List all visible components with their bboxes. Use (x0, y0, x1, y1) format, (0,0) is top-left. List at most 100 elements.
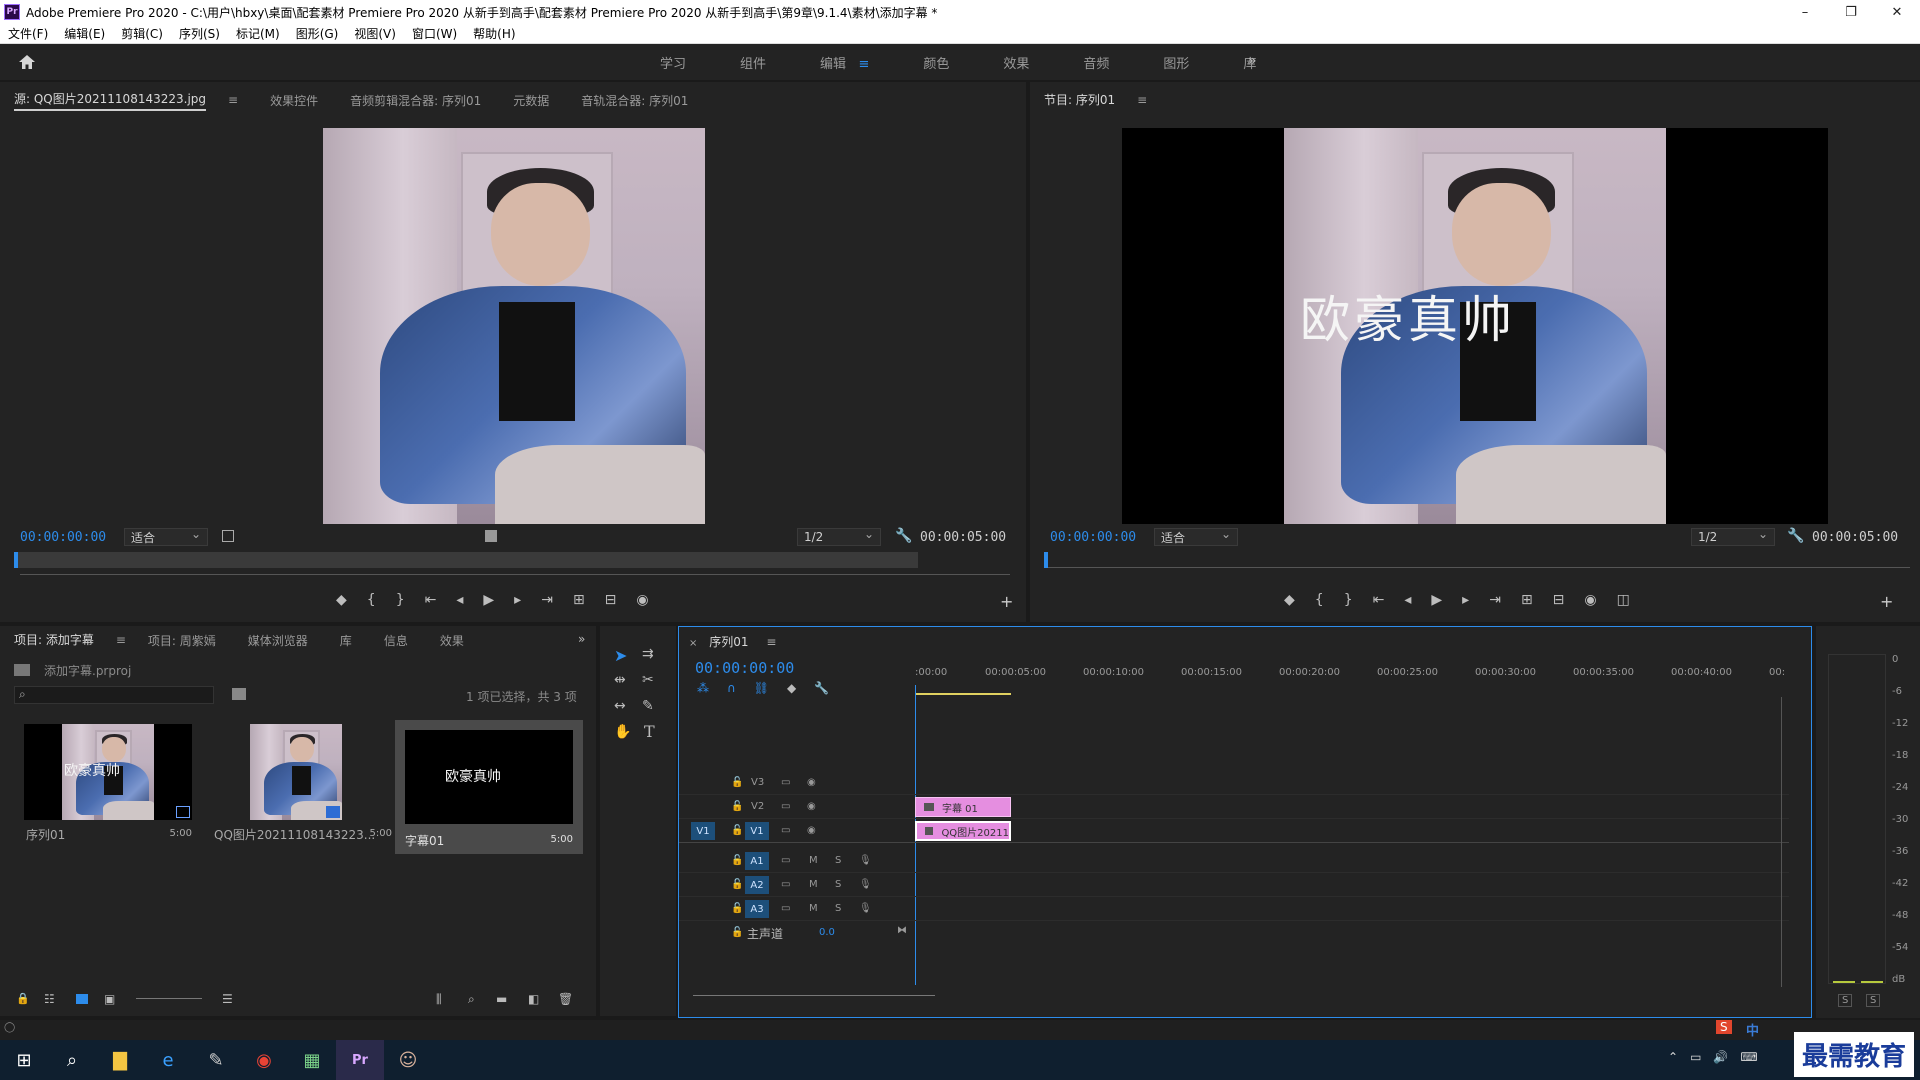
source-add-marker-icon[interactable]: ◆ (336, 592, 347, 608)
track-lock-icon[interactable]: 🔓 (731, 903, 743, 914)
workspace-assembly[interactable]: 组件 (740, 53, 766, 72)
source-play-icon[interactable]: ▶ (483, 592, 494, 608)
automate-icon[interactable]: ⫼ (436, 992, 442, 1007)
menu-help[interactable]: 帮助(H) (465, 25, 523, 42)
windows-start-icon[interactable]: ⊞ (0, 1040, 48, 1080)
program-timecode-current[interactable]: 00:00:00:00 (1050, 530, 1136, 545)
premiere-taskbar-icon[interactable]: Pr (336, 1040, 384, 1080)
find-icon[interactable]: ⌕ (468, 992, 475, 1007)
sync-lock-icon[interactable]: ▭ (781, 777, 790, 788)
close-tab-icon[interactable]: × (689, 638, 697, 649)
track-label[interactable]: V3 (751, 777, 764, 788)
lock-icon[interactable]: 🔒 (16, 992, 30, 1005)
paint-app-icon[interactable]: ✎ (192, 1040, 240, 1080)
menu-edit[interactable]: 编辑(E) (56, 25, 113, 42)
menu-markers[interactable]: 标记(M) (228, 25, 288, 42)
menu-graphics[interactable]: 图形(G) (288, 25, 347, 42)
source-overwrite-icon[interactable]: ⊟ (605, 592, 617, 608)
project-panel-more-icon[interactable]: » (578, 632, 585, 646)
pen-tool-icon[interactable]: ✎ (642, 698, 654, 714)
source-safe-margin-icon[interactable] (222, 530, 234, 542)
source-insert-icon[interactable]: ⊞ (573, 592, 585, 608)
program-mark-in-icon[interactable]: { (1315, 592, 1324, 608)
program-lift-icon[interactable]: ⊞ (1521, 592, 1533, 608)
voiceover-mic-icon[interactable]: 🎙 (859, 855, 872, 866)
mute-button[interactable]: M (809, 855, 818, 866)
sort-icon[interactable]: ☰ (222, 992, 233, 1006)
project-item-image[interactable]: QQ图片20211108143223... 5:00 (206, 720, 392, 850)
master-volume-value[interactable]: 0.0 (819, 927, 835, 938)
sync-lock-icon[interactable]: ▭ (781, 879, 790, 890)
workspace-editing[interactable]: 编辑 ≡ (820, 53, 869, 72)
solo-button[interactable]: S (835, 903, 841, 914)
timeline-settings-icon[interactable]: 🔧 (814, 681, 829, 695)
project-item-caption[interactable]: 欧豪真帅 字幕01 5:00 (395, 720, 583, 854)
source-fit-dropdown[interactable]: 适合 (124, 527, 208, 546)
sync-lock-icon[interactable]: ▭ (781, 801, 790, 812)
program-time-ruler[interactable] (1044, 552, 1910, 568)
source-patch-v1[interactable]: V1 (691, 822, 715, 840)
source-go-to-in-icon[interactable]: ⇤ (425, 592, 437, 608)
source-go-to-out-icon[interactable]: ⇥ (541, 592, 553, 608)
track-target-a2[interactable]: A2 (745, 876, 769, 894)
tab-program[interactable]: 节目: 序列01 (1044, 91, 1115, 110)
program-fit-dropdown[interactable]: 适合 (1154, 527, 1238, 546)
source-step-back-icon[interactable]: ◂ (456, 592, 463, 608)
track-lock-icon[interactable]: 🔓 (731, 879, 743, 890)
close-button[interactable]: ✕ (1874, 0, 1920, 24)
chrome-icon[interactable]: ◉ (240, 1040, 288, 1080)
volume-icon[interactable]: 🔊 (1713, 1050, 1728, 1064)
workspace-learn[interactable]: 学习 (660, 53, 686, 72)
time-ruler[interactable]: :00:00 00:00:05:00 00:00:10:00 00:00:15:… (915, 661, 1785, 701)
tab-project[interactable]: 项目: 添加字幕 (14, 631, 94, 650)
tab-info[interactable]: 信息 (384, 632, 408, 649)
program-export-frame-icon[interactable]: ◉ (1584, 592, 1596, 608)
tab-source[interactable]: 源: QQ图片20211108143223.jpg (14, 90, 207, 111)
nest-toggle-icon[interactable]: ⁂ (697, 681, 709, 695)
workspace-audio[interactable]: 音频 (1083, 53, 1109, 72)
tab-audio-clip-mixer[interactable]: 音频剪辑混合器: 序列01 (350, 92, 481, 109)
program-resolution-dropdown[interactable]: 1/2 (1691, 527, 1775, 546)
timeline-horizontal-scrollbar[interactable] (693, 995, 935, 996)
timeline-timecode[interactable]: 00:00:00:00 (695, 659, 794, 677)
selection-tool-icon[interactable]: ➤ (614, 646, 627, 665)
network-icon[interactable]: ▭ (1690, 1050, 1701, 1064)
linked-selection-icon[interactable]: ⛓ (754, 681, 769, 695)
master-nav-icon[interactable]: ⧓ (897, 925, 907, 936)
track-lock-icon[interactable]: 🔓 (731, 927, 743, 938)
tab-effect-controls[interactable]: 效果控件 (270, 92, 318, 109)
tab-libraries[interactable]: 库 (340, 632, 352, 649)
meter-solo-left[interactable]: S (1838, 994, 1853, 1007)
workspace-effects[interactable]: 效果 (1003, 53, 1029, 72)
zoom-slider[interactable] (136, 998, 202, 999)
track-lock-icon[interactable]: 🔓 (731, 801, 743, 812)
program-add-marker-icon[interactable]: ◆ (1284, 592, 1295, 608)
meter-solo-right[interactable]: S (1866, 994, 1881, 1007)
menu-file[interactable]: 文件(F) (0, 25, 56, 42)
tray-expand-icon[interactable]: ⌃ (1668, 1050, 1678, 1064)
hand-tool-icon[interactable]: ✋ (614, 724, 631, 740)
source-add-button-icon[interactable]: + (1000, 592, 1013, 611)
source-resolution-dropdown[interactable]: 1/2 (797, 527, 881, 546)
menu-sequence[interactable]: 序列(S) (171, 25, 228, 42)
solo-button[interactable]: S (835, 855, 841, 866)
edge-browser-icon[interactable]: e (144, 1040, 192, 1080)
track-target-v1[interactable]: V1 (745, 822, 769, 840)
mute-button[interactable]: M (809, 879, 818, 890)
timeline-menu-icon[interactable]: ≡ (766, 635, 776, 649)
voiceover-mic-icon[interactable]: 🎙 (859, 879, 872, 890)
track-select-tool-icon[interactable]: ⇉ (642, 646, 654, 662)
timeline-vertical-scrollbar[interactable] (1781, 697, 1782, 987)
project-panel-menu-icon[interactable]: ≡ (116, 633, 126, 647)
workspace-color[interactable]: 颜色 (923, 53, 949, 72)
program-mark-out-icon[interactable]: } (1344, 592, 1353, 608)
home-icon[interactable] (18, 53, 36, 71)
source-export-frame-icon[interactable]: ◉ (636, 592, 648, 608)
track-eye-icon[interactable]: ◉ (807, 801, 816, 812)
minimize-button[interactable]: – (1782, 0, 1828, 24)
slip-tool-icon[interactable]: ↔ (614, 698, 626, 714)
sync-lock-icon[interactable]: ▭ (781, 903, 790, 914)
track-label[interactable]: V2 (751, 801, 764, 812)
program-panel-menu-icon[interactable]: ≡ (1137, 93, 1147, 107)
track-lock-icon[interactable]: 🔓 (731, 825, 743, 836)
